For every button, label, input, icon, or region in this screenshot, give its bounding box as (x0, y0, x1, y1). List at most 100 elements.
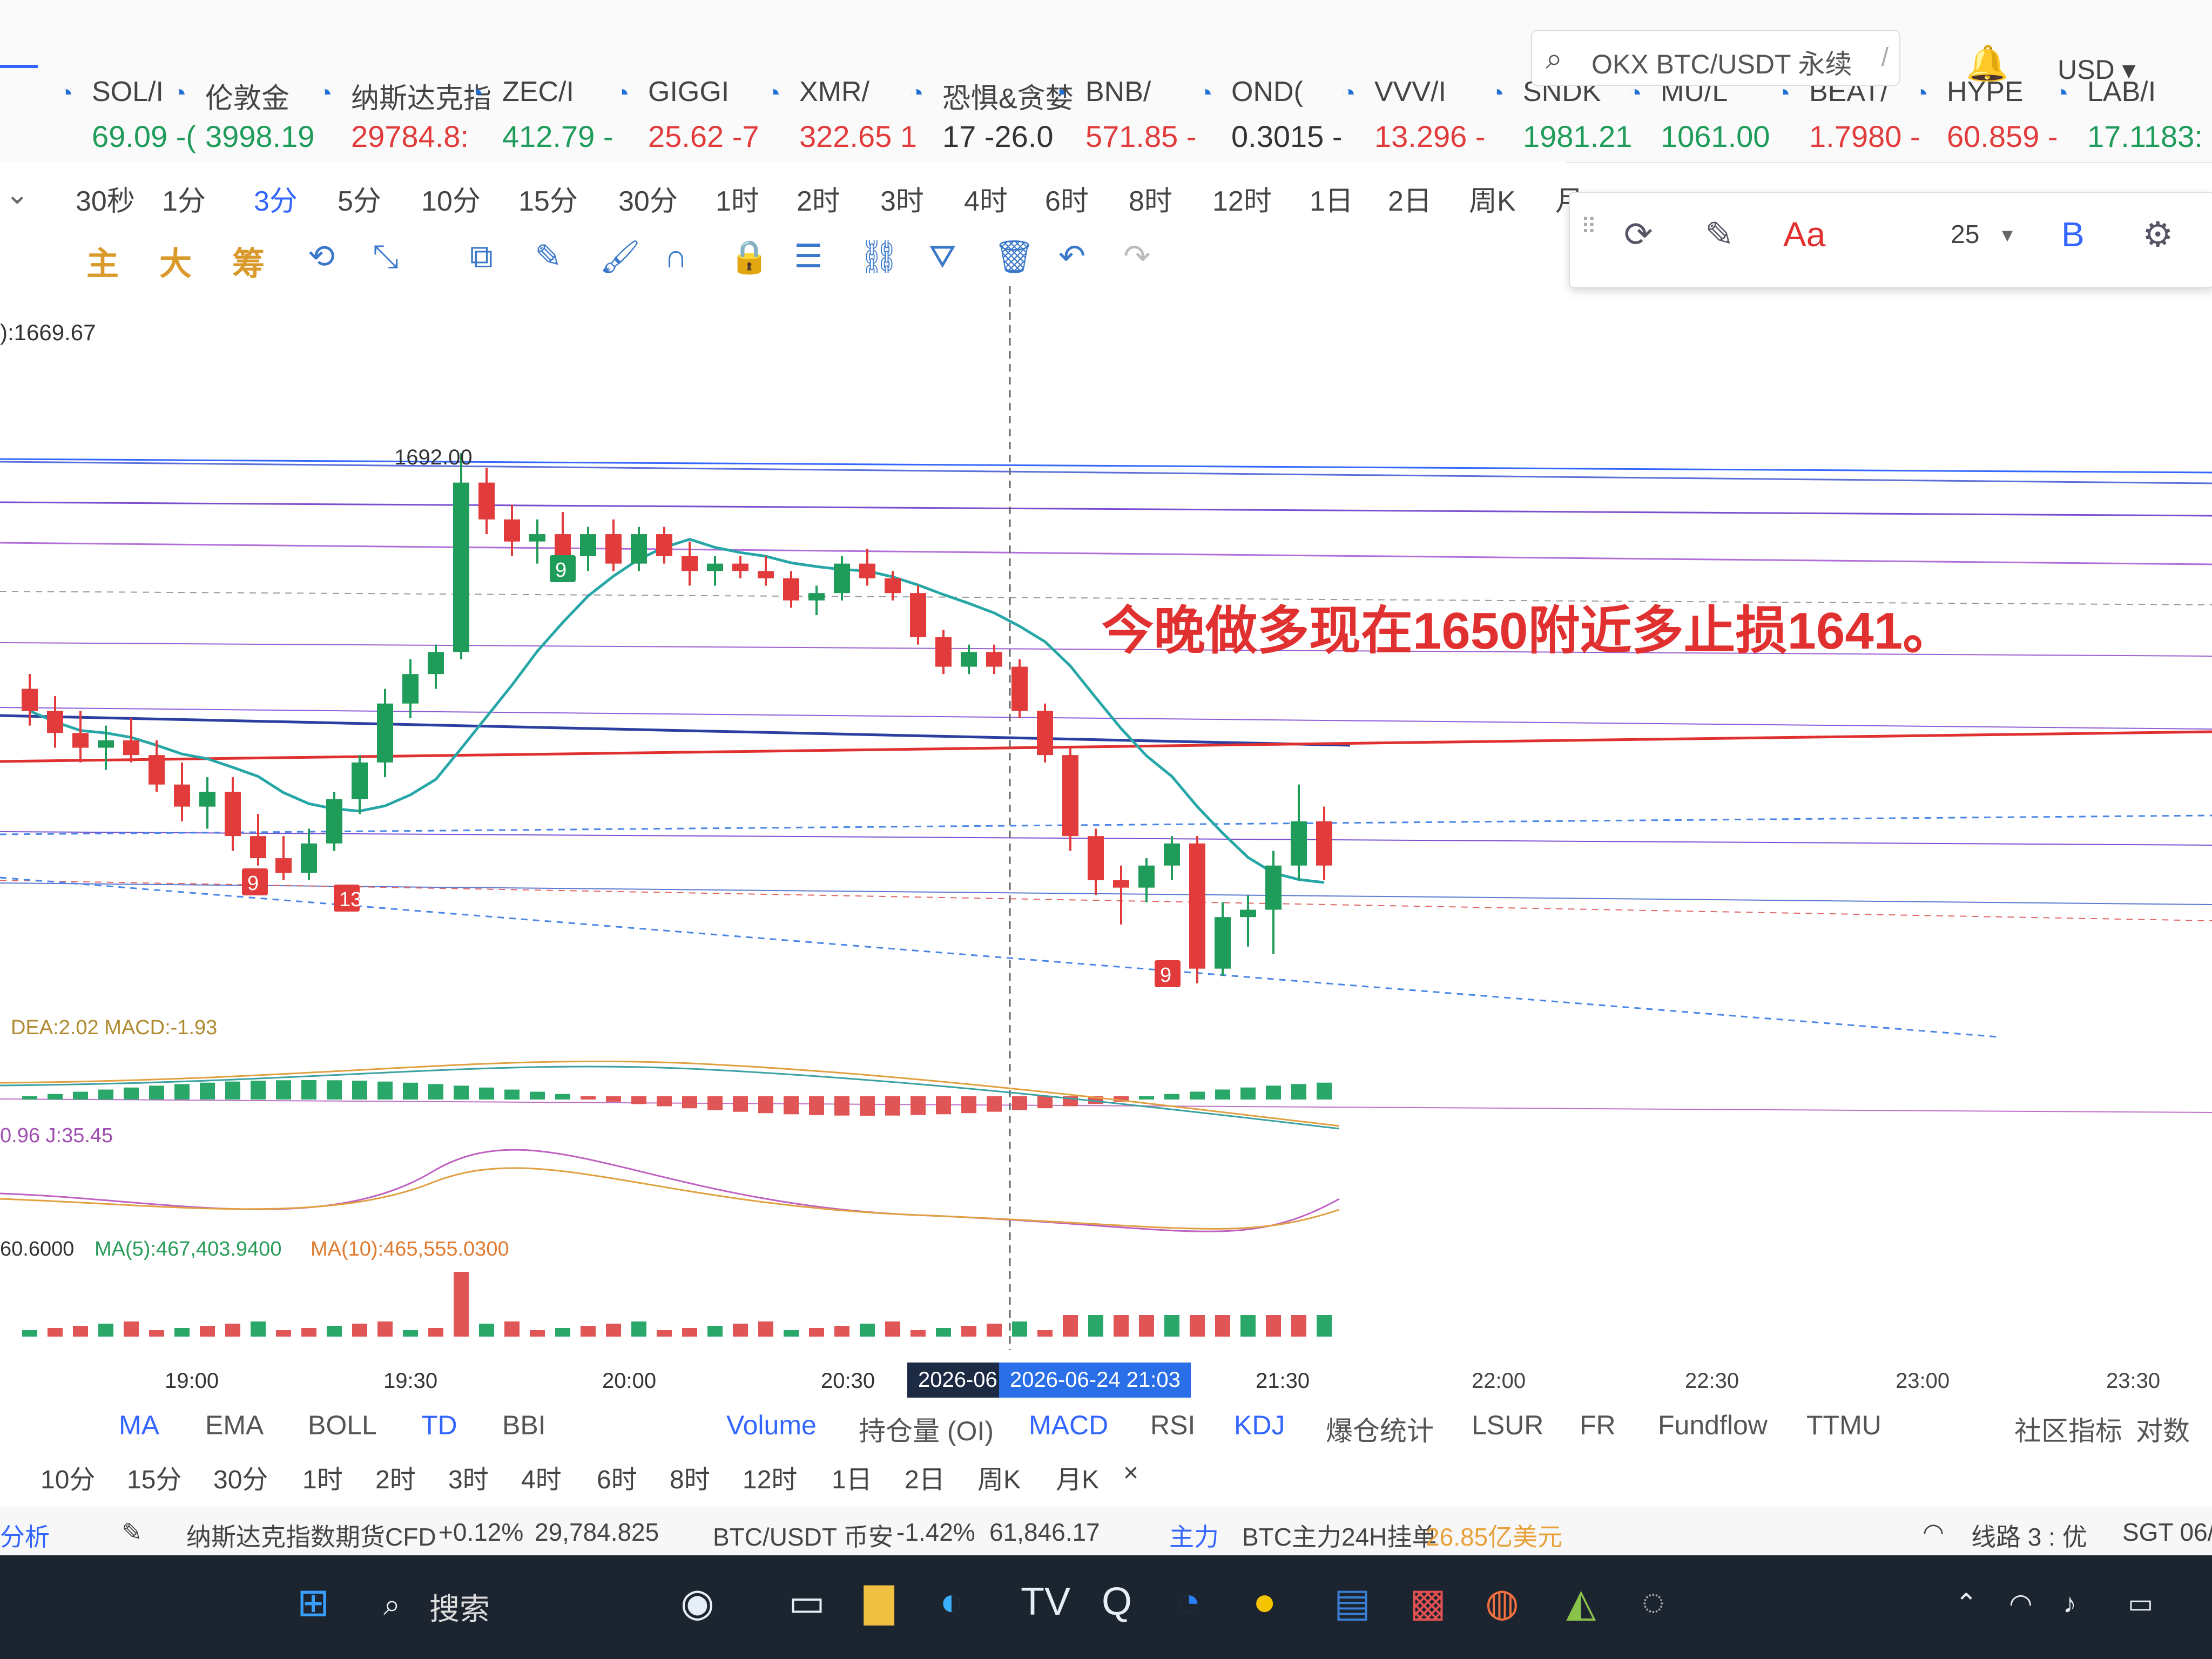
interval-tab[interactable]: 10分 (421, 178, 481, 219)
app-icon[interactable]: ◌ (1642, 1580, 1665, 1624)
interval-tab[interactable]: 3时 (880, 178, 924, 219)
browser-icon[interactable]: ◐ (940, 1580, 963, 1624)
lock-icon[interactable]: 🔒 (729, 238, 770, 276)
interval-tab-secondary[interactable]: 1日 (832, 1458, 872, 1496)
indicator-tab[interactable]: LSUR (1472, 1410, 1543, 1441)
indicator-tab[interactable]: MA (119, 1410, 159, 1441)
interval-tab[interactable]: 1日 (1310, 178, 1353, 219)
interval-tab[interactable]: 3分 (254, 178, 298, 219)
chevron-down-icon[interactable]: ▾ (2002, 222, 2013, 247)
chart-annotation[interactable]: 今晚做多现在1650附近多止损1641。 (1102, 589, 1954, 664)
interval-tab[interactable]: 30秒 (76, 178, 135, 219)
indicator-tab[interactable]: Fundflow (1658, 1410, 1768, 1441)
interval-tab-secondary[interactable]: × (1123, 1458, 1138, 1488)
chip-distribution-button[interactable]: 筹 (232, 238, 265, 285)
indicator-tab[interactable]: 对数 (2136, 1410, 2190, 1448)
link-icon[interactable]: ⛓ (859, 238, 900, 276)
interval-tab[interactable]: 30分 (618, 178, 678, 219)
analysis-label[interactable]: 分析 (0, 1518, 50, 1553)
app-icon[interactable]: ◔ (1177, 1580, 1201, 1624)
font-size-select[interactable]: 25 (1951, 220, 1979, 249)
brush-icon[interactable]: 🖌 (599, 238, 640, 276)
measure-icon[interactable]: ⤡ (373, 238, 399, 275)
indicator-tab[interactable]: TD (421, 1410, 457, 1441)
interval-tab[interactable]: 2时 (797, 178, 840, 219)
price-chart[interactable]: ):1669.67 1692.00 9 9 13 9 DEA:2.02 MACD:-1.93… (0, 286, 2212, 1399)
ruler-icon[interactable]: ✎ (535, 238, 562, 275)
indicator-tab[interactable]: MACD (1029, 1410, 1108, 1441)
interval-tab-secondary[interactable]: 6时 (597, 1458, 637, 1496)
settings-icon[interactable]: ⚙ (2142, 214, 2173, 255)
interval-tab-secondary[interactable]: 1时 (302, 1458, 343, 1496)
interval-tab[interactable]: 8时 (1129, 178, 1172, 219)
currency-select[interactable]: USD ▾ (2058, 54, 2136, 85)
drag-handle-icon[interactable]: ⠿ (1581, 214, 1596, 239)
replay-icon[interactable]: ⟲ (308, 238, 335, 275)
interval-tab[interactable]: 15分 (518, 178, 578, 219)
interval-tab-secondary[interactable]: 15分 (127, 1458, 181, 1496)
chevron-up-icon[interactable]: ⌃ (1955, 1588, 1978, 1619)
interval-tab-secondary[interactable]: 8时 (670, 1458, 710, 1496)
big-chip-button[interactable]: 大 (159, 238, 192, 285)
interval-tab-secondary[interactable]: 周K (977, 1458, 1021, 1496)
battery-icon[interactable]: ▭ (2128, 1588, 2153, 1619)
interval-tab[interactable]: 1时 (716, 178, 759, 219)
indicator-tab[interactable]: FR (1580, 1410, 1616, 1441)
indicator-tab[interactable]: EMA (205, 1410, 264, 1441)
layers-icon[interactable]: ☰ (794, 238, 823, 275)
interval-tab-secondary[interactable]: 30分 (213, 1458, 268, 1496)
interval-tab-secondary[interactable]: 2日 (905, 1458, 945, 1496)
interval-tab-secondary[interactable]: 12时 (743, 1458, 797, 1496)
indicator-tab[interactable]: BOLL (308, 1410, 377, 1441)
interval-tab-secondary[interactable]: 月K (1056, 1458, 1099, 1496)
interval-tab[interactable]: 12时 (1212, 178, 1272, 219)
indicator-tab[interactable]: RSI (1150, 1410, 1195, 1441)
indicator-tab[interactable]: 爆仓统计 (1326, 1410, 1434, 1448)
main-chip-button[interactable]: 主 (86, 238, 119, 285)
interval-tab-secondary[interactable]: 2时 (375, 1458, 416, 1496)
app-icon[interactable]: ◭ (1566, 1580, 1596, 1625)
volume-icon[interactable]: ♪ (2063, 1588, 2076, 1619)
indicator-tab[interactable]: BBI (502, 1410, 546, 1441)
interval-tab[interactable]: 周K (1469, 178, 1516, 219)
app-icon[interactable]: ▭ (788, 1580, 825, 1625)
app-icon[interactable]: ▩ (1410, 1580, 1446, 1625)
app-icon[interactable]: ◍ (1485, 1580, 1519, 1625)
chevron-down-icon[interactable]: ⌄ (5, 178, 29, 211)
indicator-tab[interactable]: 社区指标 (2014, 1410, 2122, 1448)
trash-icon[interactable]: 🗑 (994, 238, 1035, 276)
btc-name[interactable]: BTC/USDT 币安 (713, 1518, 893, 1553)
bold-button[interactable]: B (2061, 214, 2085, 254)
select-icon[interactable]: ⧉ (470, 238, 493, 275)
line-quality[interactable]: 线路 3 : 优 (1971, 1518, 2087, 1553)
notepad-icon[interactable]: ▤ (1334, 1580, 1371, 1625)
windows-start-icon[interactable]: ⊞ (297, 1580, 329, 1625)
app-icon[interactable]: ◉ (680, 1580, 714, 1625)
interval-tab[interactable]: 1分 (162, 178, 206, 219)
interval-tab[interactable]: 2日 (1388, 178, 1432, 219)
interval-tab-secondary[interactable]: 10分 (41, 1458, 95, 1496)
undo-icon[interactable]: ↶ (1058, 238, 1085, 275)
redo-icon[interactable]: ↷ (1123, 238, 1150, 275)
interval-tab[interactable]: 6时 (1045, 178, 1089, 219)
folder-icon[interactable]: ▇ (864, 1580, 894, 1625)
bell-icon[interactable]: 🔔 (1966, 43, 2009, 84)
interval-tab[interactable]: 4时 (964, 178, 1008, 219)
interval-tab-secondary[interactable]: 4时 (521, 1458, 562, 1496)
app-icon[interactable]: ● (1253, 1580, 1277, 1624)
search-icon[interactable]: ⌕ (383, 1587, 400, 1623)
interval-tab-secondary[interactable]: 3时 (448, 1458, 489, 1496)
indicator-tab[interactable]: TTMU (1806, 1410, 1881, 1441)
edit-icon[interactable]: ✎ (1705, 214, 1734, 255)
tradingview-icon[interactable]: TV (1021, 1580, 1070, 1624)
indicator-tab[interactable]: 持仓量 (OI) (859, 1410, 994, 1448)
magnet-icon[interactable]: ∩ (664, 238, 687, 275)
template-icon[interactable]: ⟳ (1624, 214, 1653, 255)
app-icon[interactable]: Q (1102, 1580, 1132, 1624)
search-box[interactable]: ⌕ OKX BTC/USDT 永续 / (1531, 30, 1900, 86)
nasdaq-name[interactable]: 纳斯达克指数期货CFD (186, 1518, 436, 1553)
indicator-tab[interactable]: Volume (726, 1410, 817, 1441)
indicator-tab[interactable]: KDJ (1234, 1410, 1285, 1441)
taskbar-search[interactable]: 搜索 (429, 1585, 490, 1629)
filter-icon[interactable]: ⛛ (929, 238, 956, 275)
